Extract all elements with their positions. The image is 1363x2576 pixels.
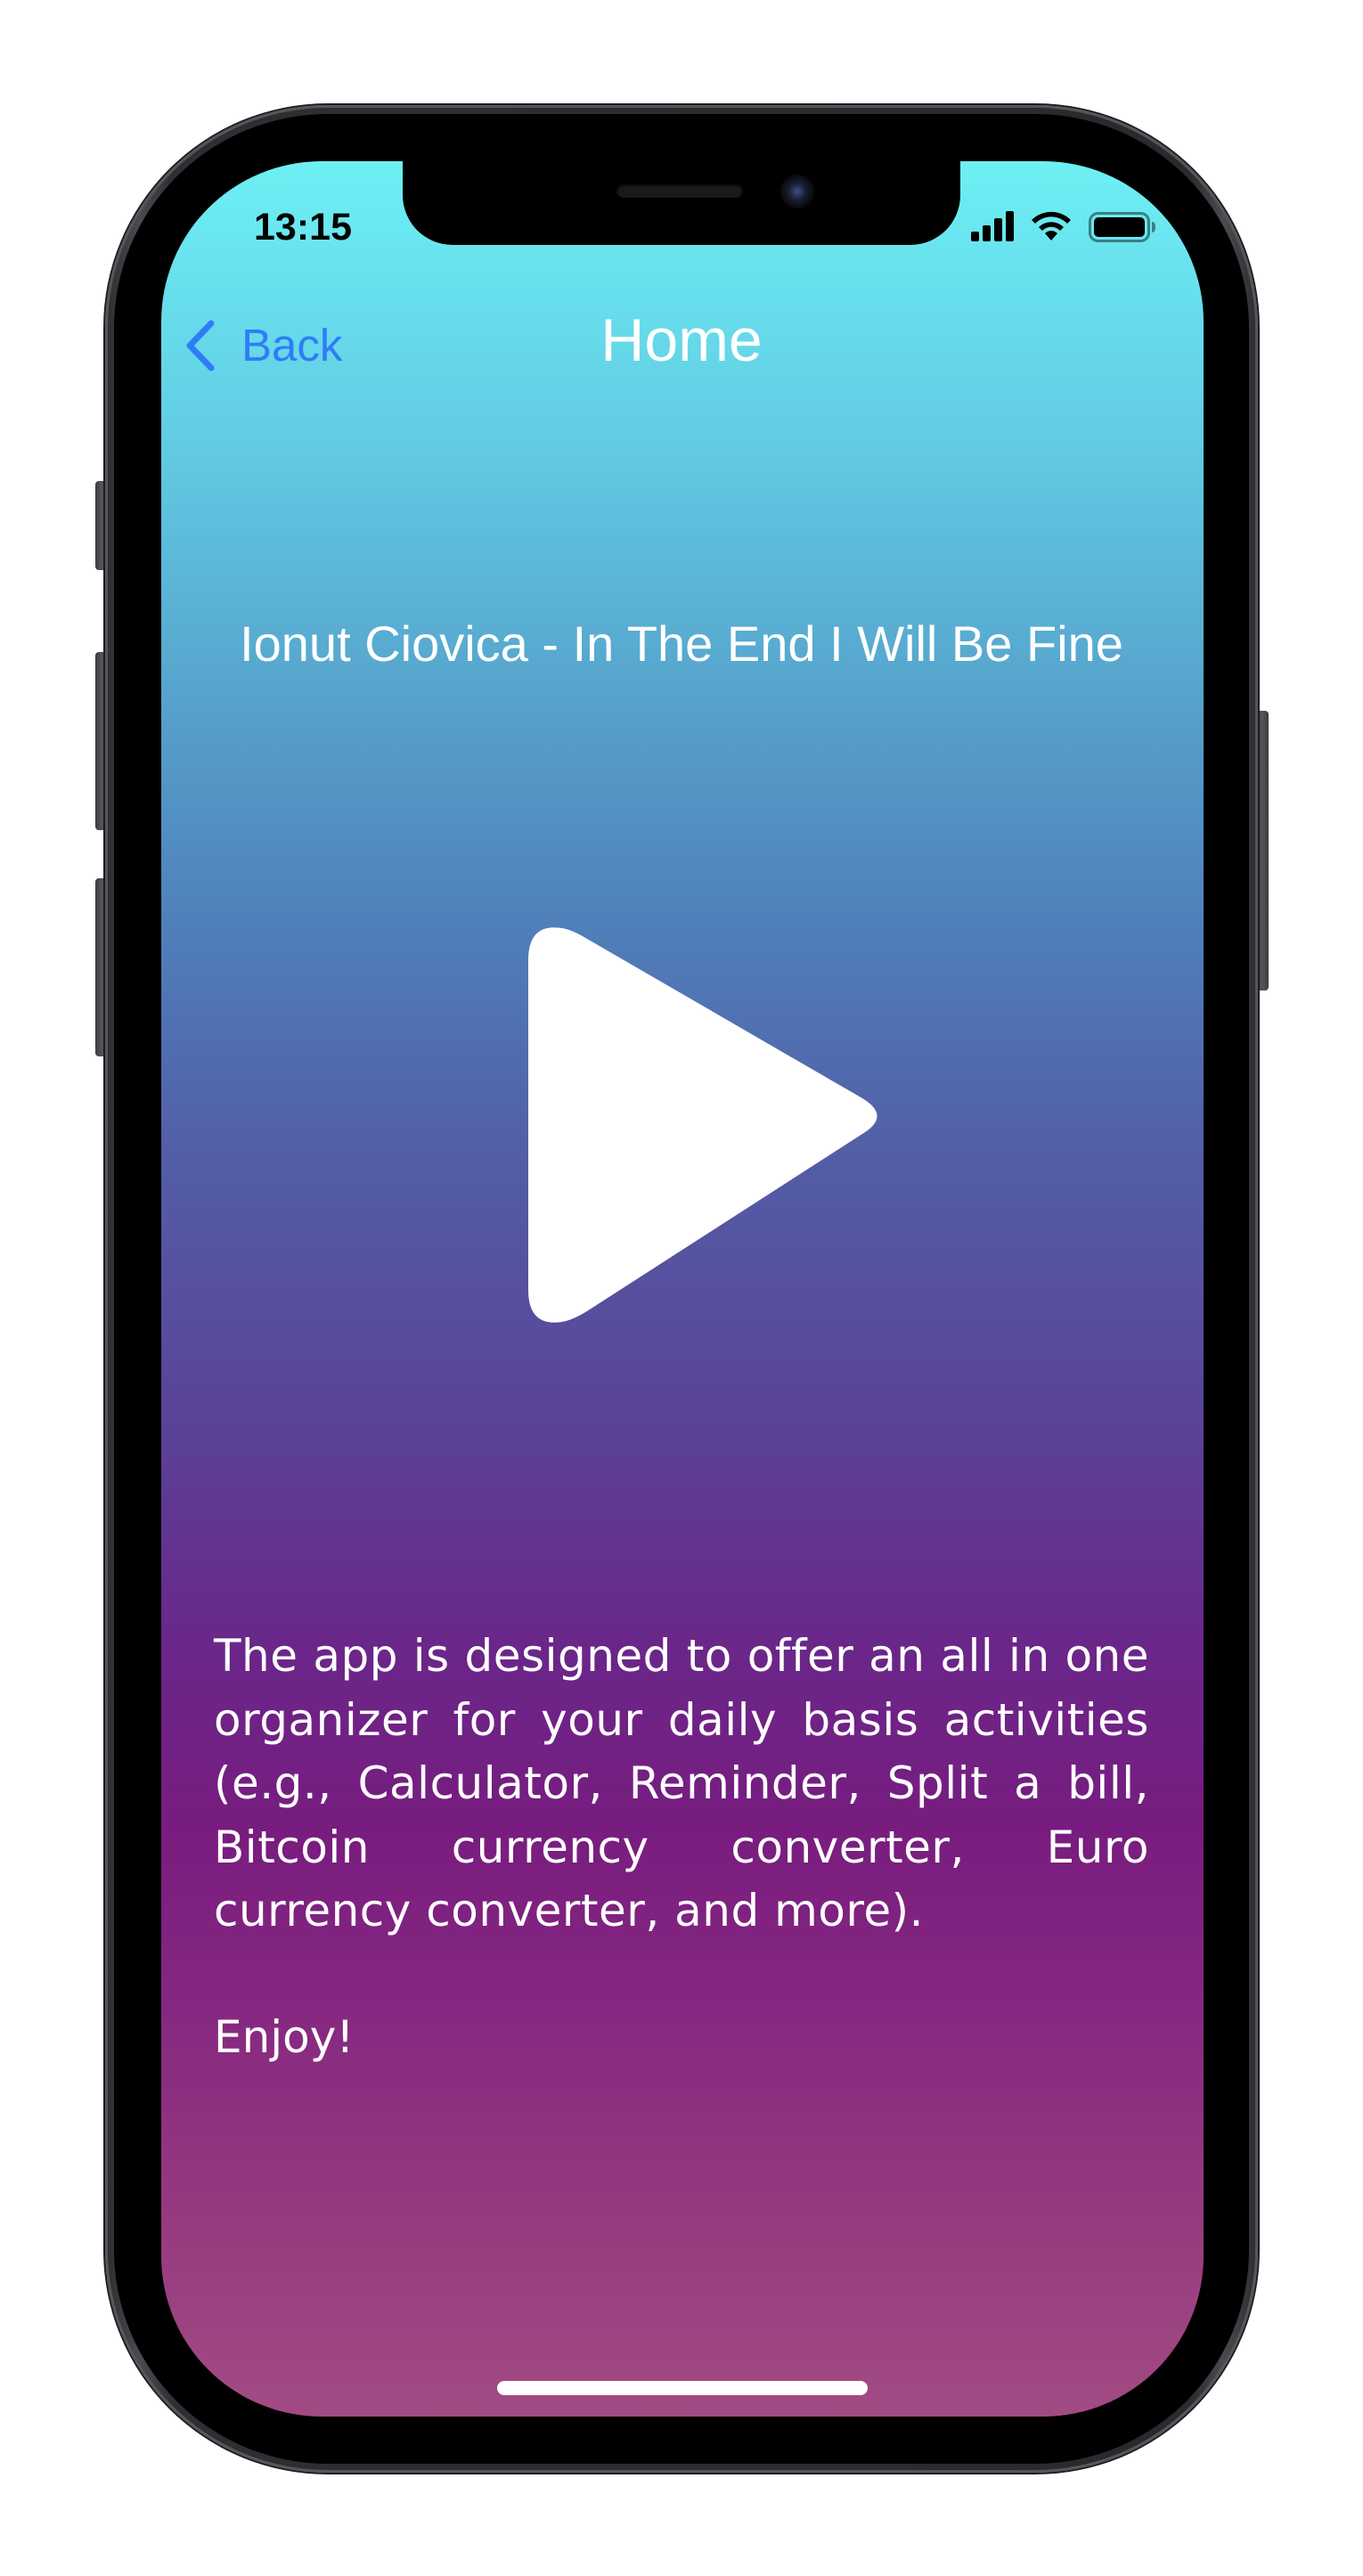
status-time: 13:15	[254, 206, 352, 249]
battery-full-icon	[1089, 212, 1155, 242]
app-description: The app is designed to offer an all in o…	[214, 1630, 1149, 1936]
home-indicator[interactable]	[497, 2381, 868, 2395]
play-icon[interactable]	[519, 916, 894, 1334]
status-icons	[969, 210, 1165, 246]
power-button	[1256, 711, 1269, 990]
earpiece-speaker	[616, 183, 743, 198]
closing-text: Enjoy!	[214, 2011, 355, 2063]
wifi-icon	[1032, 211, 1071, 240]
notch	[403, 161, 960, 245]
front-camera	[780, 175, 814, 208]
chevron-left-icon	[186, 320, 215, 371]
back-button[interactable]: Back	[183, 316, 361, 375]
back-button-label: Back	[241, 320, 343, 371]
cellular-signal-icon	[971, 211, 1014, 241]
page-title: Home	[600, 306, 763, 374]
song-title: Ionut Ciovica - In The End I Will Be Fin…	[240, 615, 1123, 672]
page: 13:15 Back Home Ionut Ciovica - In The E…	[0, 0, 1363, 2576]
